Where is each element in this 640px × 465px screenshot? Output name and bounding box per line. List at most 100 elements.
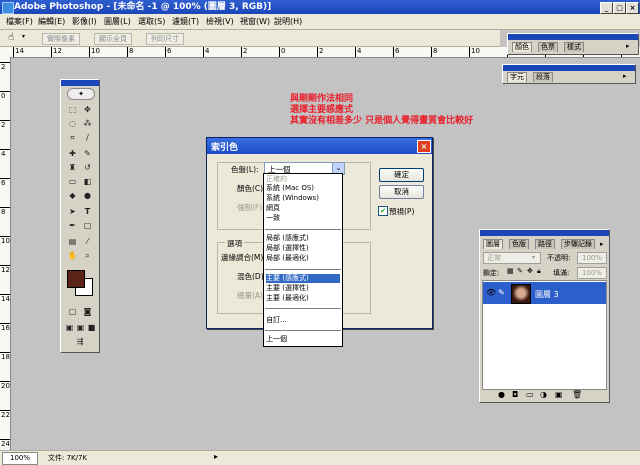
adjustment-layer-icon[interactable]: ◑ — [540, 390, 547, 399]
tab-color[interactable]: 顏色 — [512, 42, 532, 52]
palette-option-master-selective[interactable]: 主要 (選擇性) — [266, 284, 340, 293]
dodge-tool-icon[interactable]: ● — [81, 190, 94, 202]
palette-option-local-selective[interactable]: 局部 (選擇性) — [266, 244, 340, 253]
fill-field[interactable]: 100% — [577, 267, 607, 279]
panel-menu-arrow-icon[interactable]: ▸ — [623, 72, 627, 80]
eraser-tool-icon[interactable]: ▭ — [66, 176, 79, 188]
ruler-label: 20 — [1, 382, 10, 390]
tool-preset-arrow-icon[interactable]: ▾ — [22, 33, 25, 40]
brush-tool-icon[interactable]: ✎ — [81, 148, 94, 160]
tab-styles[interactable]: 樣式 — [564, 42, 584, 52]
shape-tool-icon[interactable]: □ — [81, 220, 94, 232]
menu-view[interactable]: 檢視(V) — [206, 16, 234, 27]
jump-to-imageready-icon[interactable]: ⇶ — [66, 336, 94, 348]
blend-mode-select[interactable]: 正常 ▾ — [483, 252, 541, 264]
tab-channels[interactable]: 色版 — [509, 239, 529, 249]
path-selection-tool-icon[interactable]: ➤ — [66, 206, 79, 218]
palette-option-system-windows[interactable]: 系統 (Windows) — [266, 194, 340, 203]
gradient-tool-icon[interactable]: ◧ — [81, 176, 94, 188]
crop-tool-icon[interactable]: ⌗ — [66, 132, 79, 144]
dialog-close-button[interactable]: × — [417, 140, 431, 153]
tab-layers[interactable]: 圖層 — [483, 239, 503, 249]
tab-character[interactable]: 字元 — [507, 72, 527, 82]
zoom-tool-icon[interactable]: ⌕ — [81, 250, 94, 262]
palette-option-master-perceptual[interactable]: 主要 (感應式) — [266, 274, 340, 283]
palette-option-master-adaptive[interactable]: 主要 (最適化) — [266, 294, 340, 303]
minimize-button[interactable]: _ — [600, 2, 613, 14]
layer-row[interactable]: 👁︎ ✎ 圖層 3 — [483, 282, 606, 304]
cancel-button[interactable]: 取消 — [379, 185, 424, 199]
tab-history[interactable]: 步驟記錄 — [561, 239, 595, 249]
palette-option-local-adaptive[interactable]: 局部 (最適化) — [266, 254, 340, 263]
quick-mask-icon[interactable]: ◙ — [81, 306, 94, 318]
move-tool-icon[interactable]: ✥ — [81, 104, 94, 116]
menu-help[interactable]: 說明(H) — [274, 16, 302, 27]
palette-option-web[interactable]: 網頁 — [266, 204, 340, 213]
dialog-titlebar[interactable]: 索引色 × — [207, 138, 432, 154]
menu-window[interactable]: 視窗(W) — [240, 16, 270, 27]
toolbox-titlebar[interactable] — [61, 80, 99, 86]
marquee-tool-icon[interactable]: ⬚ — [66, 104, 79, 116]
blur-tool-icon[interactable]: ◆ — [66, 190, 79, 202]
zoom-field[interactable]: 100% — [2, 452, 38, 465]
tab-swatches[interactable]: 色票 — [538, 42, 558, 52]
ruler-label: 0 — [1, 92, 6, 100]
preview-checkbox[interactable]: ✔ — [378, 206, 388, 216]
menu-file[interactable]: 檔案(F) — [6, 16, 33, 27]
lock-image-icon[interactable]: ✎ — [517, 267, 523, 275]
adobe-online-icon[interactable]: ✦ — [67, 88, 95, 100]
hand-tool-icon-box[interactable]: ✋ — [66, 250, 79, 262]
panel-titlebar[interactable] — [508, 34, 638, 40]
print-size-button[interactable]: 列印尺寸 — [146, 33, 184, 45]
lock-position-icon[interactable]: ✥ — [527, 267, 533, 275]
lock-all-icon[interactable]: 🔒︎ — [537, 267, 541, 276]
panel-titlebar[interactable] — [480, 230, 609, 236]
palette-option-custom[interactable]: 自訂... — [266, 316, 340, 325]
screen-mode-full-icon[interactable]: ■ — [85, 322, 98, 334]
standard-mode-icon[interactable]: ▢ — [66, 306, 79, 318]
fit-on-screen-button[interactable]: 顯示全頁 — [94, 33, 132, 45]
lasso-tool-icon[interactable]: ◌ — [66, 118, 79, 130]
notes-tool-icon[interactable]: ▤ — [66, 236, 79, 248]
new-set-icon[interactable]: ▭ — [526, 390, 534, 399]
tab-paragraph[interactable]: 段落 — [533, 72, 553, 82]
slice-tool-icon[interactable]: ∕ — [81, 132, 94, 144]
eye-visibility-icon[interactable]: 👁︎ — [486, 288, 496, 297]
magic-wand-tool-icon[interactable]: ⁂ — [81, 118, 94, 130]
menu-filter[interactable]: 濾鏡(T) — [172, 16, 199, 27]
type-tool-icon[interactable]: T — [81, 206, 94, 218]
pen-tool-icon[interactable]: ✒ — [66, 220, 79, 232]
layer-mask-icon[interactable]: ◘ — [512, 390, 518, 399]
palette-option-system-mac[interactable]: 系統 (Mac OS) — [266, 184, 340, 193]
tab-paths[interactable]: 路徑 — [535, 239, 555, 249]
panel-menu-arrow-icon[interactable]: ▸ — [600, 240, 604, 248]
layer-style-icon[interactable]: ● — [498, 390, 505, 399]
panel-menu-arrow-icon[interactable]: ▸ — [626, 42, 630, 50]
lock-transparent-icon[interactable]: ▦ — [507, 267, 514, 275]
eyedropper-tool-icon[interactable]: ⁄ — [81, 236, 94, 248]
ok-button[interactable]: 確定 — [379, 168, 424, 182]
palette-option-local-perceptual[interactable]: 局部 (感應式) — [266, 234, 340, 243]
foreground-color-swatch-top[interactable] — [67, 270, 85, 288]
maximize-button[interactable]: □ — [613, 2, 626, 14]
status-menu-arrow-icon[interactable]: ▸ — [214, 452, 218, 461]
actual-pixels-button[interactable]: 實際像素 — [42, 33, 80, 45]
healing-brush-tool-icon[interactable]: ✚ — [66, 148, 79, 160]
new-layer-icon[interactable]: ▣ — [555, 390, 563, 399]
menu-select[interactable]: 選取(S) — [138, 16, 165, 27]
menu-edit[interactable]: 編輯(E) — [38, 16, 65, 27]
hand-tool-icon[interactable]: ☝ — [8, 32, 14, 43]
menu-image[interactable]: 影像(I) — [72, 16, 97, 27]
palette-option-previous[interactable]: 上一個 — [266, 335, 340, 344]
ruler-label: 6 — [167, 47, 172, 55]
menu-layer[interactable]: 圖層(L) — [104, 16, 131, 27]
panel-titlebar[interactable] — [503, 65, 635, 71]
vertical-ruler[interactable]: 2 0 2 4 6 8 10 12 14 16 18 20 22 24 — [0, 57, 11, 450]
trash-icon[interactable]: 🗑︎ — [572, 390, 582, 399]
history-brush-tool-icon[interactable]: ↺ — [81, 162, 94, 174]
opacity-field[interactable]: 100% — [577, 252, 607, 264]
palette-option-uniform[interactable]: 一致 — [266, 214, 340, 223]
palette-option-exact[interactable]: 正確的 — [266, 175, 340, 184]
clone-stamp-tool-icon[interactable]: ♜ — [66, 162, 79, 174]
close-window-button[interactable]: × — [626, 2, 639, 14]
